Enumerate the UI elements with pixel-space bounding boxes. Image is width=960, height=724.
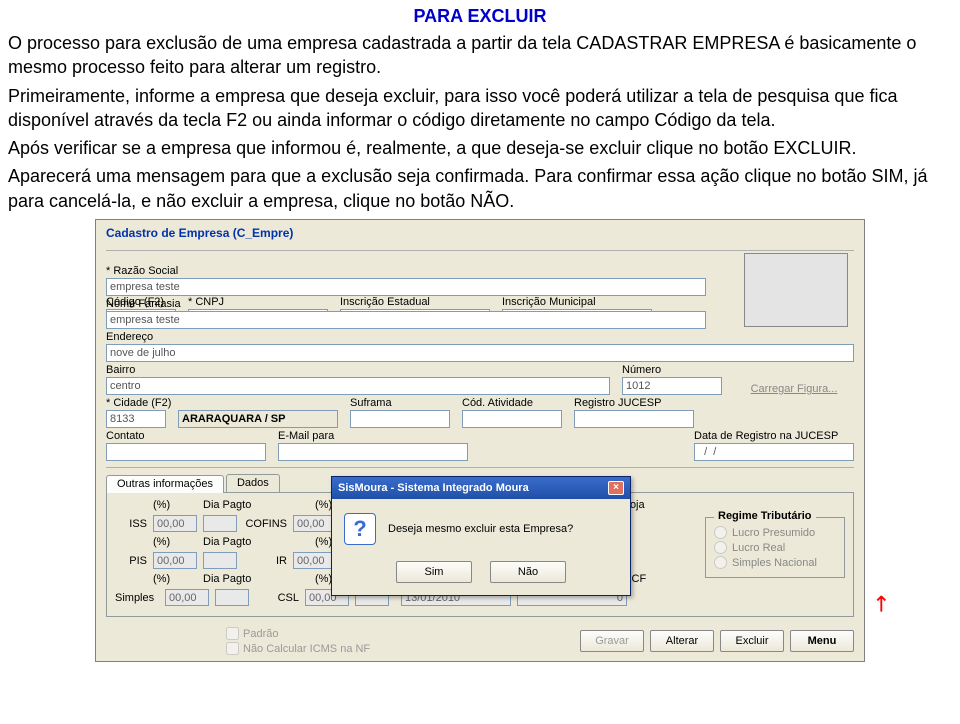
bairro-input[interactable] xyxy=(106,377,610,395)
cidade-nome-input xyxy=(178,410,338,428)
doc-para-2: Primeiramente, informe a empresa que des… xyxy=(8,84,952,133)
radio-presumido[interactable]: Lucro Presumido xyxy=(714,526,836,539)
regjucesp-input[interactable] xyxy=(574,410,694,428)
regjucesp-label: Registro JUCESP xyxy=(574,397,694,409)
nao-button[interactable]: Não xyxy=(490,561,566,583)
close-icon[interactable]: × xyxy=(608,481,624,495)
cidade-label: * Cidade (F2) xyxy=(106,397,166,409)
bairro-label: Bairro xyxy=(106,364,610,376)
contato-input[interactable] xyxy=(106,443,266,461)
pis-label: PIS xyxy=(115,555,147,567)
email-label: E-Mail para xyxy=(278,430,468,442)
simples-dia[interactable] xyxy=(215,589,249,606)
regime-title: Regime Tributário xyxy=(714,510,816,522)
tab-outras[interactable]: Outras informações xyxy=(106,475,224,493)
razao-label: * Razão Social xyxy=(106,265,706,277)
endereco-input[interactable] xyxy=(106,344,854,362)
razao-input[interactable] xyxy=(106,278,706,296)
pis-pct[interactable] xyxy=(153,552,197,569)
diapagto-head1: Dia Pagto xyxy=(203,499,259,511)
cidade-cod-input[interactable] xyxy=(106,410,166,428)
fantasia-input[interactable] xyxy=(106,311,706,329)
codativ-label: Cód. Atividade xyxy=(462,397,562,409)
csl-label: CSL xyxy=(255,592,299,604)
pct-head: (%) xyxy=(153,499,197,511)
iss-label: ISS xyxy=(115,518,147,530)
endereco-label: Endereço xyxy=(106,331,854,343)
fantasia-label: Nome Fantasia xyxy=(106,298,706,310)
cofins-label: COFINS xyxy=(243,518,287,530)
chk-naoicms[interactable]: Não Calcular ICMS na NF xyxy=(226,642,370,655)
dtreg-label: Data de Registro na JUCESP xyxy=(694,430,854,442)
simples-label: Simples xyxy=(115,592,159,604)
iss-pct[interactable] xyxy=(153,515,197,532)
numero-input[interactable] xyxy=(622,377,722,395)
iss-dia[interactable] xyxy=(203,515,237,532)
dialog-message: Deseja mesmo excluir esta Empresa? xyxy=(388,523,573,535)
radio-real[interactable]: Lucro Real xyxy=(714,541,836,554)
numero-label: Número xyxy=(622,364,722,376)
excluir-button[interactable]: Excluir xyxy=(720,630,784,652)
contato-label: Contato xyxy=(106,430,266,442)
confirm-dialog: SisMoura - Sistema Integrado Moura × ? D… xyxy=(331,476,631,596)
dtreg-input[interactable] xyxy=(694,443,854,461)
arrow-icon: ↘ xyxy=(865,588,896,619)
gravar-button[interactable]: Gravar xyxy=(580,630,644,652)
figure-box xyxy=(744,253,848,327)
doc-para-4: Aparecerá uma mensagem para que a exclus… xyxy=(8,164,952,213)
doc-title: PARA EXCLUIR xyxy=(8,6,952,27)
dialog-title: SisMoura - Sistema Integrado Moura xyxy=(338,482,529,494)
carregar-figura-link[interactable]: Carregar Figura... xyxy=(734,383,854,395)
app-window: Cadastro de Empresa (C_Empre) Código (F2… xyxy=(95,219,865,662)
pis-dia[interactable] xyxy=(203,552,237,569)
doc-para-3: Após verificar se a empresa que informou… xyxy=(8,136,952,160)
question-icon: ? xyxy=(344,513,376,545)
alterar-button[interactable]: Alterar xyxy=(650,630,714,652)
radio-nacional[interactable]: Simples Nacional xyxy=(714,556,836,569)
email-input[interactable] xyxy=(278,443,468,461)
form-title: Cadastro de Empresa (C_Empre) xyxy=(96,220,864,244)
sim-button[interactable]: Sim xyxy=(396,561,472,583)
simples-pct[interactable] xyxy=(165,589,209,606)
suframa-input[interactable] xyxy=(350,410,450,428)
suframa-label: Suframa xyxy=(350,397,450,409)
codativ-input[interactable] xyxy=(462,410,562,428)
tab-dados[interactable]: Dados xyxy=(226,474,280,492)
regime-box: Regime Tributário Lucro Presumido Lucro … xyxy=(705,517,845,578)
chk-padrao[interactable]: Padrão xyxy=(226,627,370,640)
doc-para-1: O processo para exclusão de uma empresa … xyxy=(8,31,952,80)
ir-label: IR xyxy=(243,555,287,567)
menu-button[interactable]: Menu xyxy=(790,630,854,652)
